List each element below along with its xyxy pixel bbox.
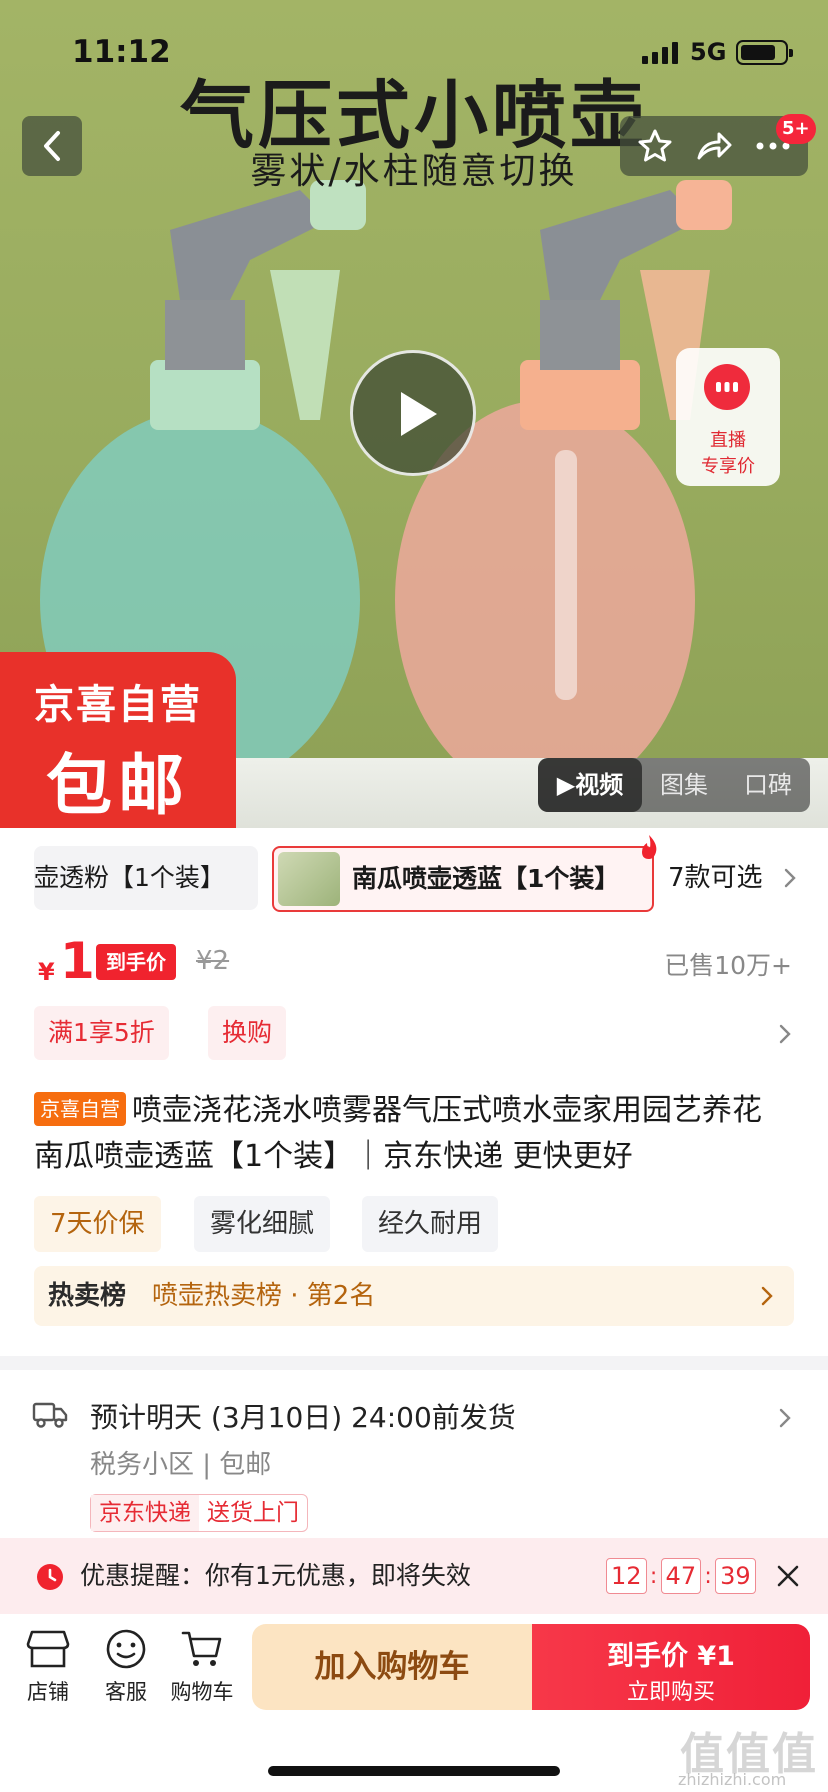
variant-option-label: 壶透粉【1个装】 — [34, 863, 225, 892]
variant-thumbnail — [278, 852, 340, 906]
close-icon[interactable] — [776, 1564, 800, 1588]
star-icon[interactable] — [637, 128, 673, 164]
chevron-left-icon — [44, 131, 60, 161]
shop-button[interactable]: 店铺 — [12, 1628, 84, 1706]
buy-now-button[interactable]: 到手价 ¥1 立即购买 — [532, 1624, 810, 1710]
alarm-clock-icon — [37, 1564, 63, 1590]
network-type: 5G — [690, 38, 727, 66]
live-label: 直播 — [710, 430, 746, 451]
buy-price-label: 到手价 ¥1 — [607, 1641, 735, 1672]
tab-reviews[interactable]: 口碑 — [726, 758, 810, 812]
countdown-timer: 12 : 47 : 39 — [606, 1558, 756, 1594]
shipping-location: 税务小区 | 包邮 — [90, 1450, 272, 1480]
variant-option-label: 南瓜喷壶透蓝【1个装】 — [352, 864, 620, 893]
variant-more-label: 7款可选 — [668, 863, 763, 893]
promo-chip-discount[interactable]: 满1享5折 — [34, 1006, 169, 1060]
play-video-button[interactable] — [350, 350, 476, 476]
product-title-text: 喷壶浇花浇水喷雾器气压式喷水壶家用园艺养花 南瓜喷壶透蓝【1个装】｜京东快递 更… — [34, 1093, 762, 1174]
variant-selector: 壶透粉【1个装】 南瓜喷壶透蓝【1个装】 7款可选 — [0, 828, 828, 920]
media-tabs: ▶视频 图集 口碑 — [538, 758, 810, 812]
feature-tag: 经久耐用 — [362, 1196, 499, 1252]
buy-now-label: 立即购买 — [626, 1680, 715, 1705]
price-currency: ¥ — [38, 958, 55, 986]
status-time: 11:12 — [72, 34, 171, 70]
final-price: 1 — [60, 932, 95, 990]
shipping-service-tag: 京东快递 送货上门 — [90, 1494, 308, 1532]
variant-option-blue-selected[interactable]: 南瓜喷壶透蓝【1个装】 — [272, 835, 657, 912]
countdown-minutes: 47 — [660, 1558, 702, 1594]
promo-chip-exchange[interactable]: 换购 — [208, 1006, 287, 1060]
express-tag: 京东快递 — [91, 1495, 199, 1531]
discount-reminder-bar: 优惠提醒：你有1元优惠，即将失效 12 : 47 : 39 — [0, 1538, 828, 1614]
home-indicator — [268, 1766, 560, 1776]
service-label: 客服 — [105, 1680, 147, 1704]
tab-gallery[interactable]: 图集 — [642, 758, 726, 812]
play-icon — [401, 392, 437, 436]
hot-rank-banner[interactable]: 热卖榜 喷壶热卖榜 · 第2名 — [34, 1266, 794, 1326]
rank-text: 喷壶热卖榜 · 第2名 — [152, 1281, 376, 1311]
back-button[interactable] — [22, 116, 82, 176]
signal-icon — [642, 42, 678, 64]
live-icon — [704, 364, 750, 410]
final-price-tag: 到手价 — [96, 944, 176, 980]
customer-service-button[interactable]: 客服 — [90, 1628, 162, 1706]
status-bar: 11:12 5G — [0, 0, 828, 100]
chevron-right-icon — [779, 1024, 791, 1044]
service-face-icon — [106, 1629, 146, 1669]
shop-icon — [26, 1630, 70, 1668]
tab-video[interactable]: ▶视频 — [538, 758, 642, 812]
chevron-right-icon — [784, 868, 796, 888]
live-sublabel: 专享价 — [701, 456, 755, 477]
shop-label: 店铺 — [27, 1680, 69, 1704]
live-price-card[interactable]: 直播 专享价 — [676, 348, 780, 486]
delivery-tag: 送货上门 — [207, 1500, 299, 1526]
original-price: ¥2 — [196, 946, 230, 976]
watermark-url: zhizhizhi.com — [678, 1770, 787, 1789]
cart-icon — [181, 1631, 222, 1666]
promo-row[interactable]: 满1享5折 换购 — [0, 1006, 828, 1062]
self-operated-label: 京喜自营 — [34, 682, 202, 728]
self-operated-badge: 京喜自营 包邮 — [0, 652, 236, 828]
reminder-text: 优惠提醒：你有1元优惠，即将失效 — [80, 1561, 471, 1590]
sold-count: 已售10万+ — [664, 951, 792, 980]
shipping-info[interactable]: 预计明天 (3月10日) 24:00前发货 税务小区 | 包邮 京东快递 送货上… — [0, 1370, 828, 1538]
rank-label: 热卖榜 — [48, 1281, 127, 1311]
countdown-hours: 12 — [606, 1558, 647, 1594]
message-badge: 5+ — [776, 114, 816, 144]
chevron-right-icon — [761, 1286, 773, 1306]
feature-tags: 7天价保 雾化细腻 经久耐用 — [0, 1196, 828, 1252]
price-row: ¥ 1 到手价 ¥2 已售10万+ — [0, 932, 828, 992]
battery-icon — [736, 40, 793, 65]
variant-more-link[interactable]: 7款可选 — [668, 846, 797, 910]
shipping-estimate: 预计明天 (3月10日) 24:00前发货 — [90, 1401, 516, 1434]
hot-flame-icon — [642, 835, 657, 859]
free-shipping-label: 包邮 — [46, 747, 190, 824]
feature-price-protect[interactable]: 7天价保 — [34, 1196, 161, 1252]
product-title: 京喜自营 喷壶浇花浇水喷雾器气压式喷水壶家用园艺养花 南瓜喷壶透蓝【1个装】｜京东… — [34, 1088, 794, 1180]
self-operated-tag: 京喜自营 — [34, 1092, 126, 1126]
cart-label: 购物车 — [170, 1680, 234, 1704]
chevron-right-icon — [779, 1408, 791, 1428]
add-to-cart-button[interactable]: 加入购物车 — [252, 1624, 532, 1710]
share-icon[interactable] — [695, 128, 733, 164]
bottom-action-bar: 店铺 客服 购物车 加入购物车 到手价 ¥1 立即购买 值值值 zhizhizh… — [0, 1614, 828, 1792]
variant-option-pink[interactable]: 壶透粉【1个装】 — [34, 846, 258, 910]
feature-tag: 雾化细腻 — [194, 1196, 331, 1252]
section-divider — [0, 1356, 828, 1370]
truck-icon — [32, 1402, 68, 1428]
cart-button[interactable]: 购物车 — [166, 1628, 238, 1706]
countdown-seconds: 39 — [715, 1558, 756, 1594]
